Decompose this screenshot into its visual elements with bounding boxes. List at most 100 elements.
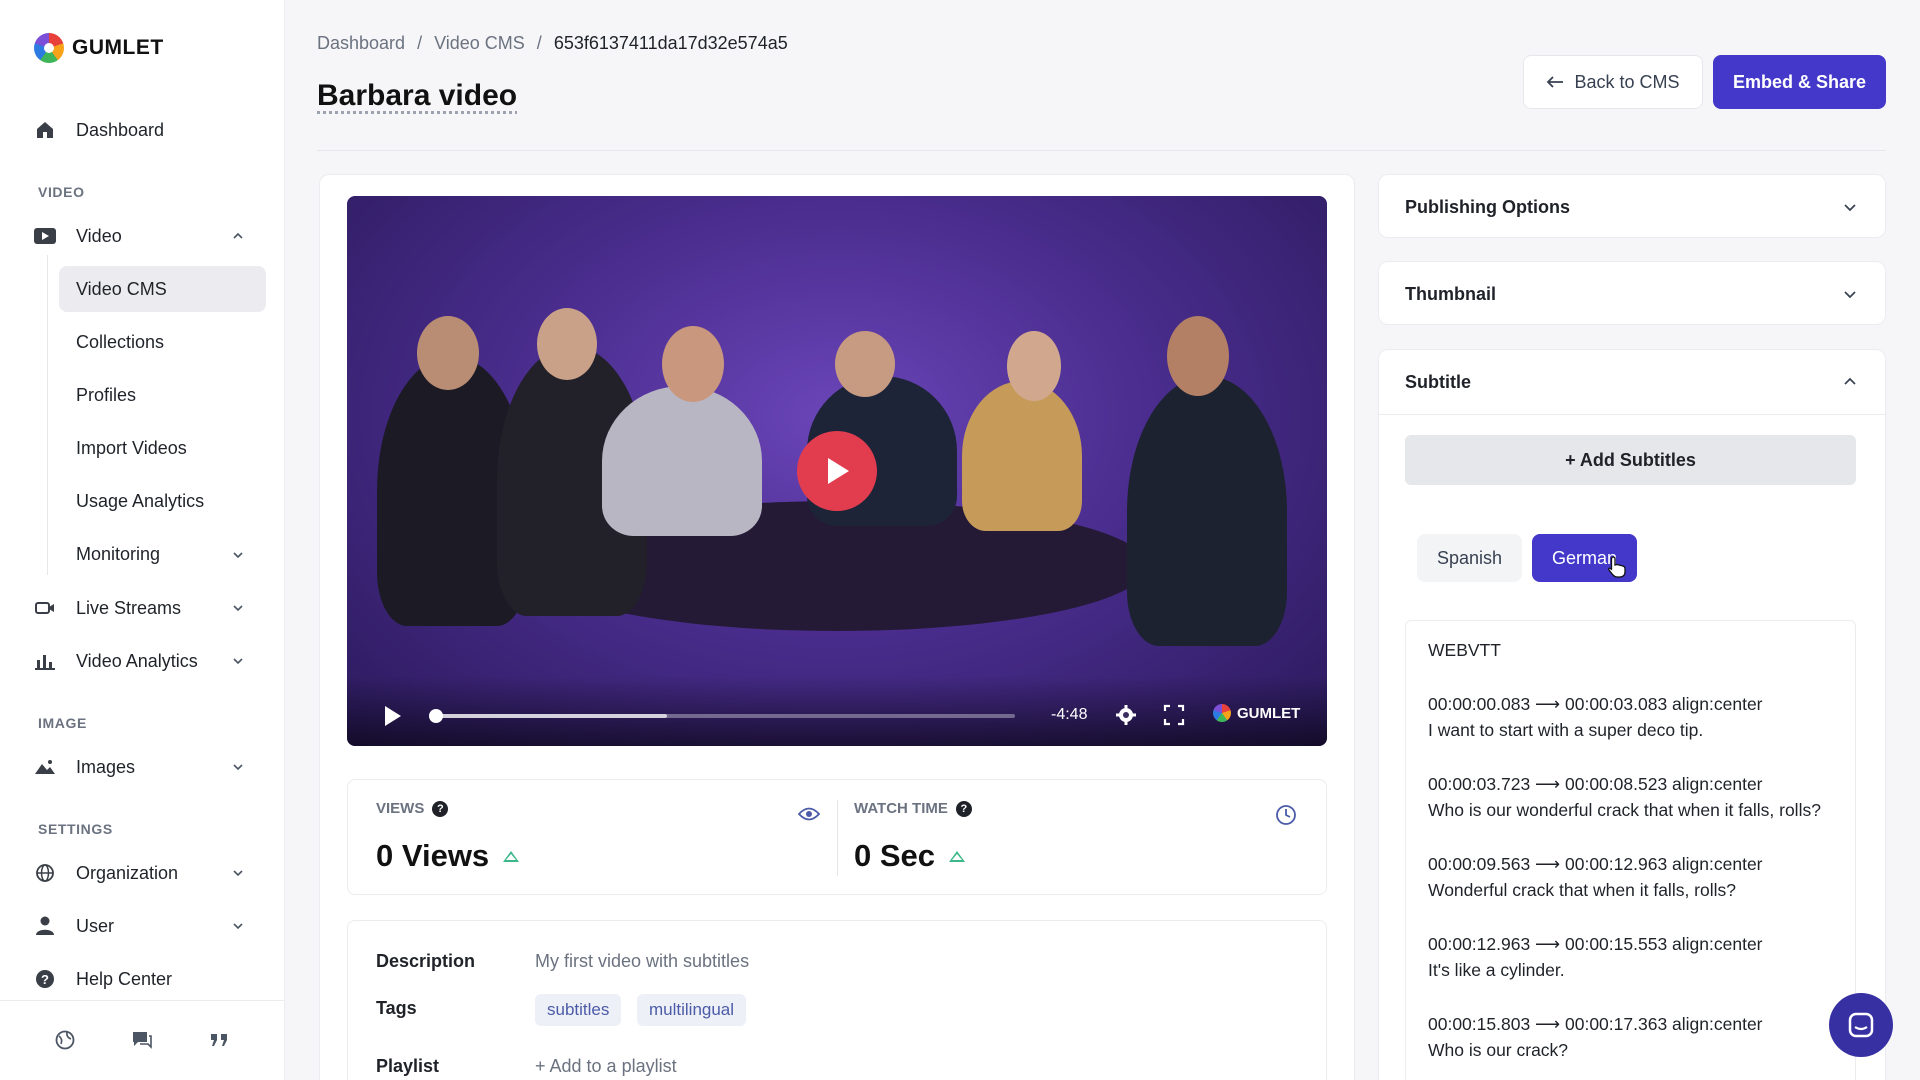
sidebar-item-live-streams[interactable]: Live Streams (34, 586, 181, 630)
sidebar-item-organization[interactable]: Organization (34, 851, 178, 895)
chevron-down-icon (1844, 291, 1856, 299)
chevron-up-icon[interactable] (1843, 375, 1857, 389)
subtitle-content[interactable]: WEBVTT 00:00:00.083 ⟶ 00:00:03.083 align… (1405, 620, 1856, 1080)
sidebar-item-video-analytics[interactable]: Video Analytics (34, 639, 198, 683)
globe-icon (34, 862, 56, 884)
page-title[interactable]: Barbara video (317, 79, 517, 113)
subtitle-title[interactable]: Subtitle (1405, 372, 1471, 393)
watch-time-value: 0 Sec (854, 838, 966, 874)
camera-icon (34, 597, 56, 619)
publishing-options-title: Publishing Options (1405, 197, 1570, 217)
help-icon[interactable]: ? (955, 800, 972, 817)
globe-icon[interactable] (54, 1029, 76, 1051)
sidebar-item-dashboard[interactable]: Dashboard (34, 108, 164, 152)
breadcrumb-video-cms[interactable]: Video CMS (434, 33, 525, 54)
sidebar-item-label: Images (76, 756, 136, 777)
help-icon[interactable]: ? (432, 800, 449, 817)
clock-icon (1276, 805, 1296, 825)
play-icon (828, 458, 849, 484)
section-label-settings: SETTINGS (38, 821, 113, 837)
sidebar-item-profiles[interactable]: Profiles (59, 372, 266, 418)
chevron-up-icon[interactable] (232, 230, 244, 242)
logo[interactable]: GUMLET (34, 33, 164, 63)
vtt-cue: 00:00:09.563 ⟶ 00:00:12.963 align:center… (1428, 851, 1833, 904)
quote-icon[interactable] (208, 1029, 230, 1051)
chat-icon (1848, 1012, 1874, 1038)
vtt-cue-time: 00:00:00.083 ⟶ 00:00:03.083 align:center (1428, 693, 1763, 714)
views-value-text: 0 Views (376, 838, 490, 873)
vtt-header: WEBVTT (1428, 640, 1501, 660)
sidebar-item-help-center[interactable]: ? Help Center (34, 957, 172, 1001)
watch-time-label-text: WATCH TIME (854, 800, 948, 817)
player-controls: -4:48 GUMLET (347, 676, 1327, 746)
sidebar-item-label: Help Center (76, 968, 173, 989)
bar-chart-icon (34, 650, 56, 672)
description-label: Description (376, 951, 476, 971)
vtt-cue-text: Who is our crack? (1428, 1040, 1569, 1060)
sidebar-item-label: User (76, 915, 115, 936)
embed-share-button[interactable]: Embed & Share (1713, 55, 1886, 109)
gumlet-logo-icon (34, 33, 64, 63)
stats-divider (837, 800, 838, 876)
views-label-text: VIEWS (376, 800, 425, 817)
sidebar-item-import-videos[interactable]: Import Videos (59, 425, 266, 471)
chevron-down-icon[interactable] (232, 920, 244, 932)
breadcrumb-dashboard[interactable]: Dashboard (317, 33, 405, 54)
chat-icon[interactable] (131, 1029, 153, 1051)
sidebar-item-label: Live Streams (76, 597, 182, 618)
tab-spanish[interactable]: Spanish (1417, 534, 1522, 582)
image-icon (34, 756, 56, 778)
sidebar-item-user[interactable]: User (34, 904, 114, 948)
progress-bar[interactable] (429, 709, 1015, 723)
player-brand: GUMLET (1213, 704, 1300, 722)
video-details: Description My first video with subtitle… (347, 920, 1327, 1080)
player-brand-text: GUMLET (1237, 704, 1301, 722)
play-icon[interactable] (385, 706, 401, 726)
chevron-down-icon (1844, 204, 1856, 212)
gear-icon[interactable] (1115, 704, 1137, 726)
sidebar-item-usage-analytics[interactable]: Usage Analytics (59, 478, 266, 524)
watch-time-label: WATCH TIME ? (854, 800, 972, 817)
video-player[interactable]: -4:48 GUMLET (347, 196, 1327, 746)
chevron-down-icon[interactable] (232, 867, 244, 879)
chevron-down-icon[interactable] (232, 549, 244, 561)
breadcrumb-separator: / (417, 33, 423, 53)
video-scene (1127, 376, 1287, 646)
thumbnail-accordion[interactable]: Thumbnail (1378, 261, 1886, 325)
video-icon (34, 225, 56, 247)
accordion-divider (1379, 414, 1885, 415)
add-playlist-link[interactable]: + Add to a playlist (535, 1056, 677, 1077)
play-button[interactable] (797, 431, 877, 511)
progress-handle[interactable] (429, 709, 443, 723)
breadcrumb-current: 653f6137411da17d32e574a5 (553, 33, 788, 53)
arrow-left-icon (1547, 76, 1564, 88)
views-label: VIEWS ? (376, 800, 449, 817)
sidebar-item-label: Video (76, 225, 122, 246)
sidebar-item-video-cms[interactable]: Video CMS (59, 266, 266, 312)
thumbnail-title: Thumbnail (1405, 284, 1496, 304)
tag-chip[interactable]: multilingual (637, 994, 747, 1026)
video-scene (602, 386, 762, 536)
vtt-cue: 00:00:15.803 ⟶ 00:00:17.363 align:center… (1428, 1011, 1833, 1064)
back-to-cms-button[interactable]: Back to CMS (1523, 55, 1703, 109)
support-chat-button[interactable] (1829, 993, 1893, 1057)
video-scene (537, 308, 597, 380)
vtt-cue: 00:00:03.723 ⟶ 00:00:08.523 align:center… (1428, 771, 1833, 824)
sidebar-item-video[interactable]: Video (34, 214, 122, 258)
fullscreen-icon[interactable] (1163, 704, 1185, 726)
chevron-down-icon[interactable] (232, 761, 244, 773)
publishing-options-accordion[interactable]: Publishing Options (1378, 174, 1886, 238)
vtt-cue-text: Wonderful crack that when it falls, roll… (1428, 880, 1737, 900)
chevron-down-icon[interactable] (232, 655, 244, 667)
chevron-down-icon[interactable] (232, 602, 244, 614)
vtt-cue-time: 00:00:12.963 ⟶ 00:00:15.553 align:center (1428, 933, 1763, 954)
video-scene (962, 381, 1082, 531)
video-scene (417, 316, 479, 390)
sidebar-item-images[interactable]: Images (34, 745, 135, 789)
sidebar: GUMLET Dashboard VIDEO Video Video CMS C… (0, 0, 285, 1080)
description-value[interactable]: My first video with subtitles (535, 951, 749, 972)
tag-chip[interactable]: subtitles (535, 994, 622, 1026)
add-subtitles-button[interactable]: + Add Subtitles (1405, 435, 1856, 485)
video-scene (835, 331, 895, 397)
sidebar-item-collections[interactable]: Collections (59, 319, 266, 365)
